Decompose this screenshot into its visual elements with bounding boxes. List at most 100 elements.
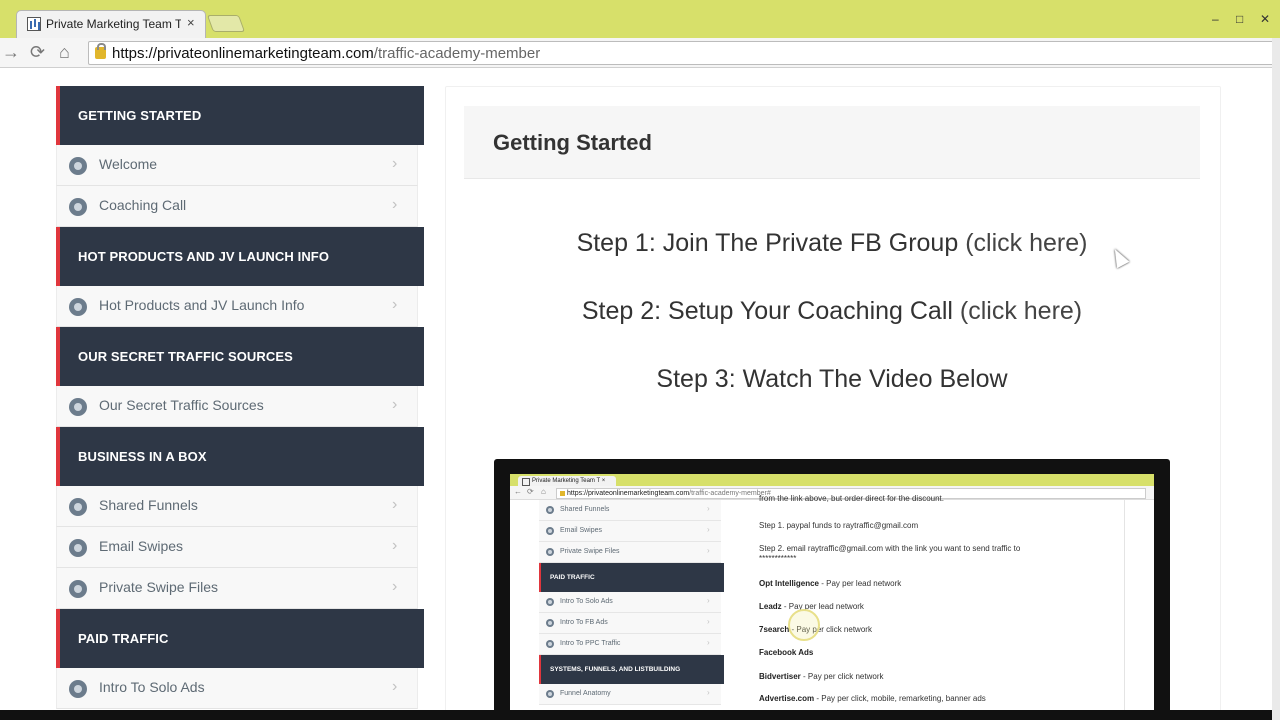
bottom-edge xyxy=(0,710,1272,720)
video-back-icon: ← xyxy=(514,487,522,496)
url-text: https://privateonlinemarketingteam.com/t… xyxy=(112,45,540,62)
maximize-button[interactable]: □ xyxy=(1236,12,1243,26)
sidebar-section-business-in-a-box[interactable]: BUSINESS IN A BOX xyxy=(56,427,424,486)
video-network-desc: - Pay per click, mobile, remarketing, ba… xyxy=(814,694,986,703)
video-browser-tab: Private Marketing Team T × xyxy=(518,476,616,486)
video-home-icon: ⌂ xyxy=(541,487,546,496)
circle-bullet-icon xyxy=(69,539,87,557)
step-3: Step 3: Watch The Video Below xyxy=(656,365,1008,393)
chevron-right-icon: › xyxy=(392,678,398,695)
circle-bullet-icon xyxy=(69,198,87,216)
video-line: Opt Intelligence - Pay per lead network xyxy=(759,579,901,588)
home-icon[interactable]: ⌂ xyxy=(59,42,70,63)
video-network-desc: - Pay per click network xyxy=(800,672,884,681)
click-highlight-ring xyxy=(788,609,820,641)
tab-close-icon[interactable]: × xyxy=(187,15,195,30)
video-sidebar-item: Intro To PPC Traffic › xyxy=(539,634,721,655)
video-network-name: Bidvertiser xyxy=(759,672,801,681)
circle-bullet-icon xyxy=(69,398,87,416)
forward-icon[interactable]: → xyxy=(2,42,20,63)
video-sidebar-label: Intro To FB Ads xyxy=(560,619,608,626)
chevron-right-icon: › xyxy=(392,537,398,554)
circle-bullet-icon xyxy=(546,527,554,535)
coaching-call-link[interactable]: (click here) xyxy=(960,297,1082,325)
video-line: Advertise.com - Pay per click, mobile, r… xyxy=(759,694,986,703)
minimize-button[interactable]: – xyxy=(1212,12,1219,26)
sidebar-item-shared-funnels[interactable]: Shared Funnels › xyxy=(56,486,418,527)
sidebar-item-label: Welcome xyxy=(99,156,158,172)
video-sidebar-item: Shared Funnels › xyxy=(539,500,721,521)
video-network-name: Opt Intelligence xyxy=(759,579,820,588)
sidebar-item-hot-products[interactable]: Hot Products and JV Launch Info › xyxy=(56,286,418,327)
chevron-right-icon: › xyxy=(707,504,710,513)
browser-titlebar: Private Marketing Team T × – □ ✕ xyxy=(0,0,1280,38)
sidebar-section-hot-products[interactable]: HOT PRODUCTS AND JV LAUNCH INFO xyxy=(56,227,424,286)
page-title: Getting Started xyxy=(493,130,652,155)
chevron-right-icon: › xyxy=(392,155,398,172)
chevron-right-icon: › xyxy=(707,546,710,555)
close-window-button[interactable]: ✕ xyxy=(1260,12,1270,26)
video-sidebar-item: Intro To FB Ads › xyxy=(539,613,721,634)
video-network-desc: - Pay per lead network xyxy=(819,579,902,588)
circle-bullet-icon xyxy=(69,498,87,516)
address-bar[interactable]: https://privateonlinemarketingteam.com/t… xyxy=(88,41,1280,65)
sidebar-item-coaching-call[interactable]: Coaching Call › xyxy=(56,186,418,227)
url-path: /traffic-academy-member xyxy=(373,45,541,62)
circle-bullet-icon xyxy=(69,157,87,175)
circle-bullet-icon xyxy=(546,548,554,556)
video-network-name: Advertise.com xyxy=(759,694,815,703)
video-sidebar-label: Intro To Solo Ads xyxy=(560,598,613,605)
video-network-name: Leadz xyxy=(759,602,782,611)
video-url-host: https://privateonlinemarketingteam.com xyxy=(567,490,690,497)
reload-icon[interactable]: ⟳ xyxy=(30,42,45,63)
video-scrollbar xyxy=(1124,500,1125,720)
sidebar-item-welcome[interactable]: Welcome › xyxy=(56,145,418,186)
browser-toolbar: → ⟳ ⌂ https://privateonlinemarketingteam… xyxy=(0,38,1280,68)
browser-tab[interactable]: Private Marketing Team T × xyxy=(16,10,206,38)
circle-bullet-icon xyxy=(546,640,554,648)
fb-group-link[interactable]: (click here) xyxy=(965,229,1087,257)
sidebar-item-label: Our Secret Traffic Sources xyxy=(99,397,264,413)
chevron-right-icon: › xyxy=(392,196,398,213)
circle-bullet-icon xyxy=(69,298,87,316)
video-browser-titlebar: Private Marketing Team T × xyxy=(510,474,1154,486)
course-sidebar: GETTING STARTED Welcome › Coaching Call … xyxy=(56,86,424,709)
video-screen: Private Marketing Team T × ← ⟳ ⌂ https:/… xyxy=(510,474,1154,720)
new-tab-button[interactable] xyxy=(206,15,246,32)
sidebar-section-paid-traffic[interactable]: PAID TRAFFIC xyxy=(56,609,424,668)
sidebar-item-intro-solo-ads[interactable]: Intro To Solo Ads › xyxy=(56,668,418,709)
circle-bullet-icon xyxy=(69,680,87,698)
step-1-text: Step 1: Join The Private FB Group xyxy=(576,229,966,257)
tab-title: Private Marketing Team T xyxy=(46,17,181,31)
sidebar-item-private-swipe-files[interactable]: Private Swipe Files › xyxy=(56,568,418,609)
sidebar-item-email-swipes[interactable]: Email Swipes › xyxy=(56,527,418,568)
video-sidebar-label: Shared Funnels xyxy=(560,506,610,513)
video-sidebar-label: Funnel Anatomy xyxy=(560,690,611,697)
video-sidebar-item: Email Swipes › xyxy=(539,521,721,542)
video-line: Step 2. email raytraffic@gmail.com with … xyxy=(759,544,1021,553)
video-sidebar-item: Private Swipe Files › xyxy=(539,542,721,563)
video-sidebar-label: Private Swipe Files xyxy=(560,548,620,555)
sidebar-section-getting-started[interactable]: GETTING STARTED xyxy=(56,86,424,145)
video-line: Leadz - Pay per lead network xyxy=(759,602,864,611)
lock-warning-icon xyxy=(95,43,106,59)
video-network-name: Facebook Ads xyxy=(759,648,814,657)
video-sidebar-item: Funnel Anatomy › xyxy=(539,684,721,705)
video-sidebar-header: PAID TRAFFIC xyxy=(539,563,724,592)
sidebar-item-secret-traffic[interactable]: Our Secret Traffic Sources › xyxy=(56,386,418,427)
step-2-text: Step 2: Setup Your Coaching Call xyxy=(581,297,960,325)
page-body: GETTING STARTED Welcome › Coaching Call … xyxy=(0,69,1272,720)
sidebar-item-label: Hot Products and JV Launch Info xyxy=(99,297,305,313)
chevron-right-icon: › xyxy=(707,525,710,534)
site-favicon-icon xyxy=(27,17,41,31)
circle-bullet-icon xyxy=(69,580,87,598)
sidebar-item-label: Shared Funnels xyxy=(99,497,198,513)
video-line: from the link above, but order direct fo… xyxy=(759,494,944,503)
chevron-right-icon: › xyxy=(392,578,398,595)
video-player[interactable]: Private Marketing Team T × ← ⟳ ⌂ https:/… xyxy=(494,459,1170,720)
sidebar-item-label: Coaching Call xyxy=(99,197,187,213)
page-scrollbar[interactable] xyxy=(1272,38,1280,720)
sidebar-section-secret-traffic[interactable]: OUR SECRET TRAFFIC SOURCES xyxy=(56,327,424,386)
chevron-right-icon: › xyxy=(707,617,710,626)
circle-bullet-icon xyxy=(546,690,554,698)
